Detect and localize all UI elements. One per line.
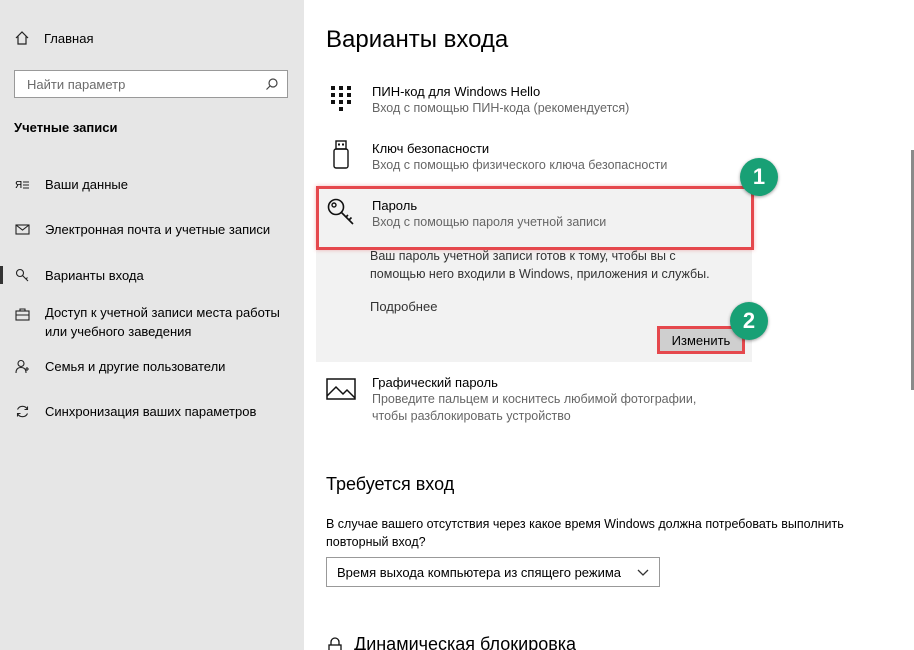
sidebar-item-home[interactable]: Главная: [14, 30, 93, 46]
label-line-2: или учебного заведения: [45, 324, 192, 339]
sidebar-item-label: Электронная почта и учетные записи: [45, 222, 271, 237]
chevron-down-icon: [637, 569, 649, 576]
sidebar: Главная Найти параметр Учетные записи Я …: [0, 0, 304, 650]
sidebar-item-sync[interactable]: Синхронизация ваших параметров: [14, 402, 256, 421]
person-add-icon: [14, 357, 31, 376]
search-icon: [266, 78, 278, 90]
sidebar-item-email[interactable]: Электронная почта и учетные записи: [14, 220, 270, 239]
sidebar-item-work-access[interactable]: Доступ к учетной записи места работы или…: [14, 303, 280, 341]
sidebar-item-label: Варианты входа: [45, 268, 144, 283]
svg-text:Я: Я: [15, 180, 22, 191]
dynamic-lock-icon: [328, 636, 342, 650]
sidebar-item-your-info[interactable]: Я Ваши данные: [14, 175, 128, 194]
dropdown-value: Время выхода компьютера из спящего режим…: [337, 564, 622, 580]
password-highlight-frame: [316, 186, 754, 250]
option-desc: Вход с помощью физического ключа безопас…: [372, 158, 668, 172]
sync-icon: [14, 402, 31, 421]
dynamic-lock-label: Динамическая блокировка: [354, 634, 577, 650]
home-label: Главная: [44, 30, 94, 46]
require-text-line-2: повторный вход?: [326, 535, 426, 549]
home-icon: [15, 31, 29, 45]
option-title: ПИН-код для Windows Hello: [372, 84, 541, 99]
section-title: Учетные записи: [14, 120, 118, 135]
password-text-line-1: Ваш пароль учетной записи готов к тому, …: [370, 249, 676, 263]
require-signin-dropdown[interactable]: Время выхода компьютера из спящего режим…: [326, 557, 660, 587]
option-picture-password[interactable]: Графический пароль Проведите пальцем и к…: [326, 374, 696, 425]
option-title: Ключ безопасности: [372, 141, 490, 156]
require-signin-heading: Требуется вход: [326, 474, 455, 494]
learn-more-link[interactable]: Подробнее: [370, 299, 437, 314]
option-pin[interactable]: ПИН-код для Windows Hello Вход с помощью…: [326, 83, 629, 117]
sidebar-item-family[interactable]: Семья и другие пользователи: [14, 357, 225, 376]
sidebar-item-label: Доступ к учетной записи места работы или…: [45, 303, 280, 341]
dynamic-lock-heading: Динамическая блокировка: [326, 634, 576, 650]
search-input[interactable]: Найти параметр: [14, 70, 288, 98]
main-content: Варианты входа ПИН-код для Windows Hello…: [304, 0, 914, 650]
keypad-icon: [326, 83, 356, 113]
option-desc: Вход с помощью ПИН-кода (рекомендуется): [372, 101, 630, 115]
mail-icon: [14, 220, 31, 239]
require-text-line-1: В случае вашего отсутствия через какое в…: [326, 517, 844, 531]
step-badge-2: 2: [730, 302, 768, 340]
option-security-key[interactable]: Ключ безопасности Вход с помощью физичес…: [326, 140, 667, 174]
sidebar-item-sign-in-options[interactable]: Варианты входа: [14, 266, 144, 285]
sidebar-item-label: Синхронизация ваших параметров: [45, 404, 257, 419]
usb-key-icon: [326, 140, 356, 170]
active-indicator: [0, 266, 3, 284]
require-signin-text: В случае вашего отсутствия через какое в…: [326, 515, 886, 551]
option-title: Графический пароль: [372, 375, 498, 390]
password-description: Ваш пароль учетной записи готов к тому, …: [370, 247, 750, 283]
search-placeholder: Найти параметр: [27, 76, 126, 92]
sidebar-item-label: Семья и другие пользователи: [45, 359, 226, 374]
label-line-1: Доступ к учетной записи места работы: [45, 305, 280, 320]
user-card-icon: Я: [14, 175, 31, 194]
option-desc-line-2: чтобы разблокировать устройство: [372, 409, 571, 423]
password-text-line-2: помощью него входили в Windows, приложен…: [370, 267, 710, 281]
picture-icon: [326, 374, 356, 404]
option-desc: Проведите пальцем и коснитесь любимой фо…: [372, 392, 697, 406]
page-title: Варианты входа: [326, 26, 509, 53]
step-badge-1: 1: [740, 158, 778, 196]
briefcase-icon: [14, 305, 31, 324]
sidebar-item-label: Ваши данные: [45, 177, 128, 192]
key-icon: [14, 266, 31, 285]
